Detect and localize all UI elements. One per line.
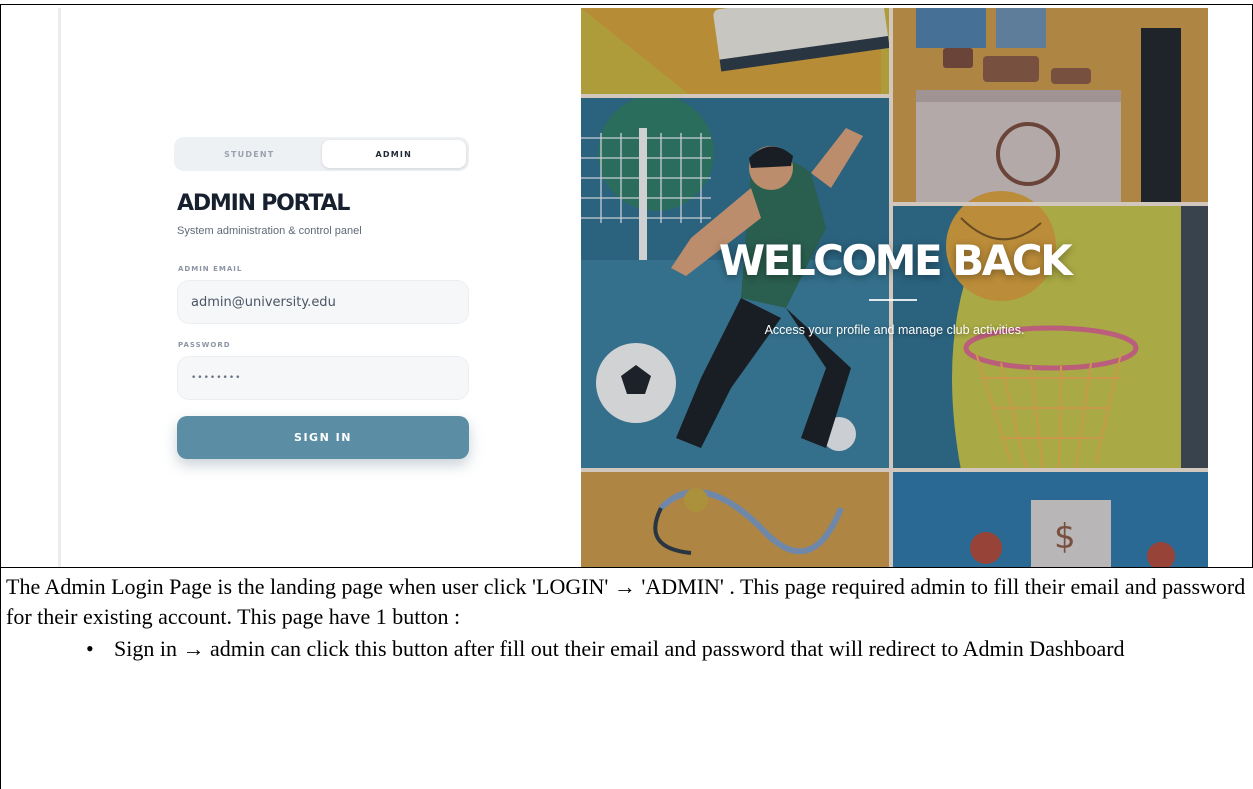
description-block: The Admin Login Page is the landing page… <box>6 572 1246 664</box>
email-label: ADMIN EMAIL <box>178 265 243 273</box>
table-border-top <box>0 4 1253 5</box>
bullet-icon: • <box>86 636 94 661</box>
welcome-illustration: $ WELCOME BACK Access your profile and m… <box>581 8 1208 567</box>
table-border-left <box>0 4 1 789</box>
welcome-divider <box>869 299 917 301</box>
list-item-text: Sign in → admin can click this button af… <box>114 636 1125 661</box>
table-border-middle <box>0 567 1253 568</box>
admin-login-screenshot: STUDENT ADMIN ADMIN PORTAL System admini… <box>58 8 1208 567</box>
welcome-heading: WELCOME BACK <box>718 236 1073 285</box>
sports-clubs-illustration: $ <box>581 8 1208 567</box>
page-subtitle: System administration & control panel <box>177 225 362 237</box>
sign-in-button[interactable]: SIGN IN <box>177 416 469 459</box>
button-list: • Sign in → admin can click this button … <box>6 634 1246 664</box>
password-field[interactable] <box>191 373 468 383</box>
page-title: ADMIN PORTAL <box>177 191 350 216</box>
password-field-wrapper <box>177 356 469 400</box>
login-panel: STUDENT ADMIN ADMIN PORTAL System admini… <box>58 8 581 567</box>
list-item: • Sign in → admin can click this button … <box>6 634 1246 664</box>
description-paragraph: The Admin Login Page is the landing page… <box>6 574 1246 629</box>
email-field[interactable] <box>191 294 468 310</box>
welcome-subtitle: Access your profile and manage club acti… <box>764 323 1025 337</box>
role-toggle: STUDENT ADMIN <box>174 137 469 171</box>
tab-student[interactable]: STUDENT <box>177 140 322 168</box>
tab-admin[interactable]: ADMIN <box>321 140 466 168</box>
email-field-wrapper <box>177 280 469 324</box>
password-label: PASSWORD <box>178 341 231 349</box>
